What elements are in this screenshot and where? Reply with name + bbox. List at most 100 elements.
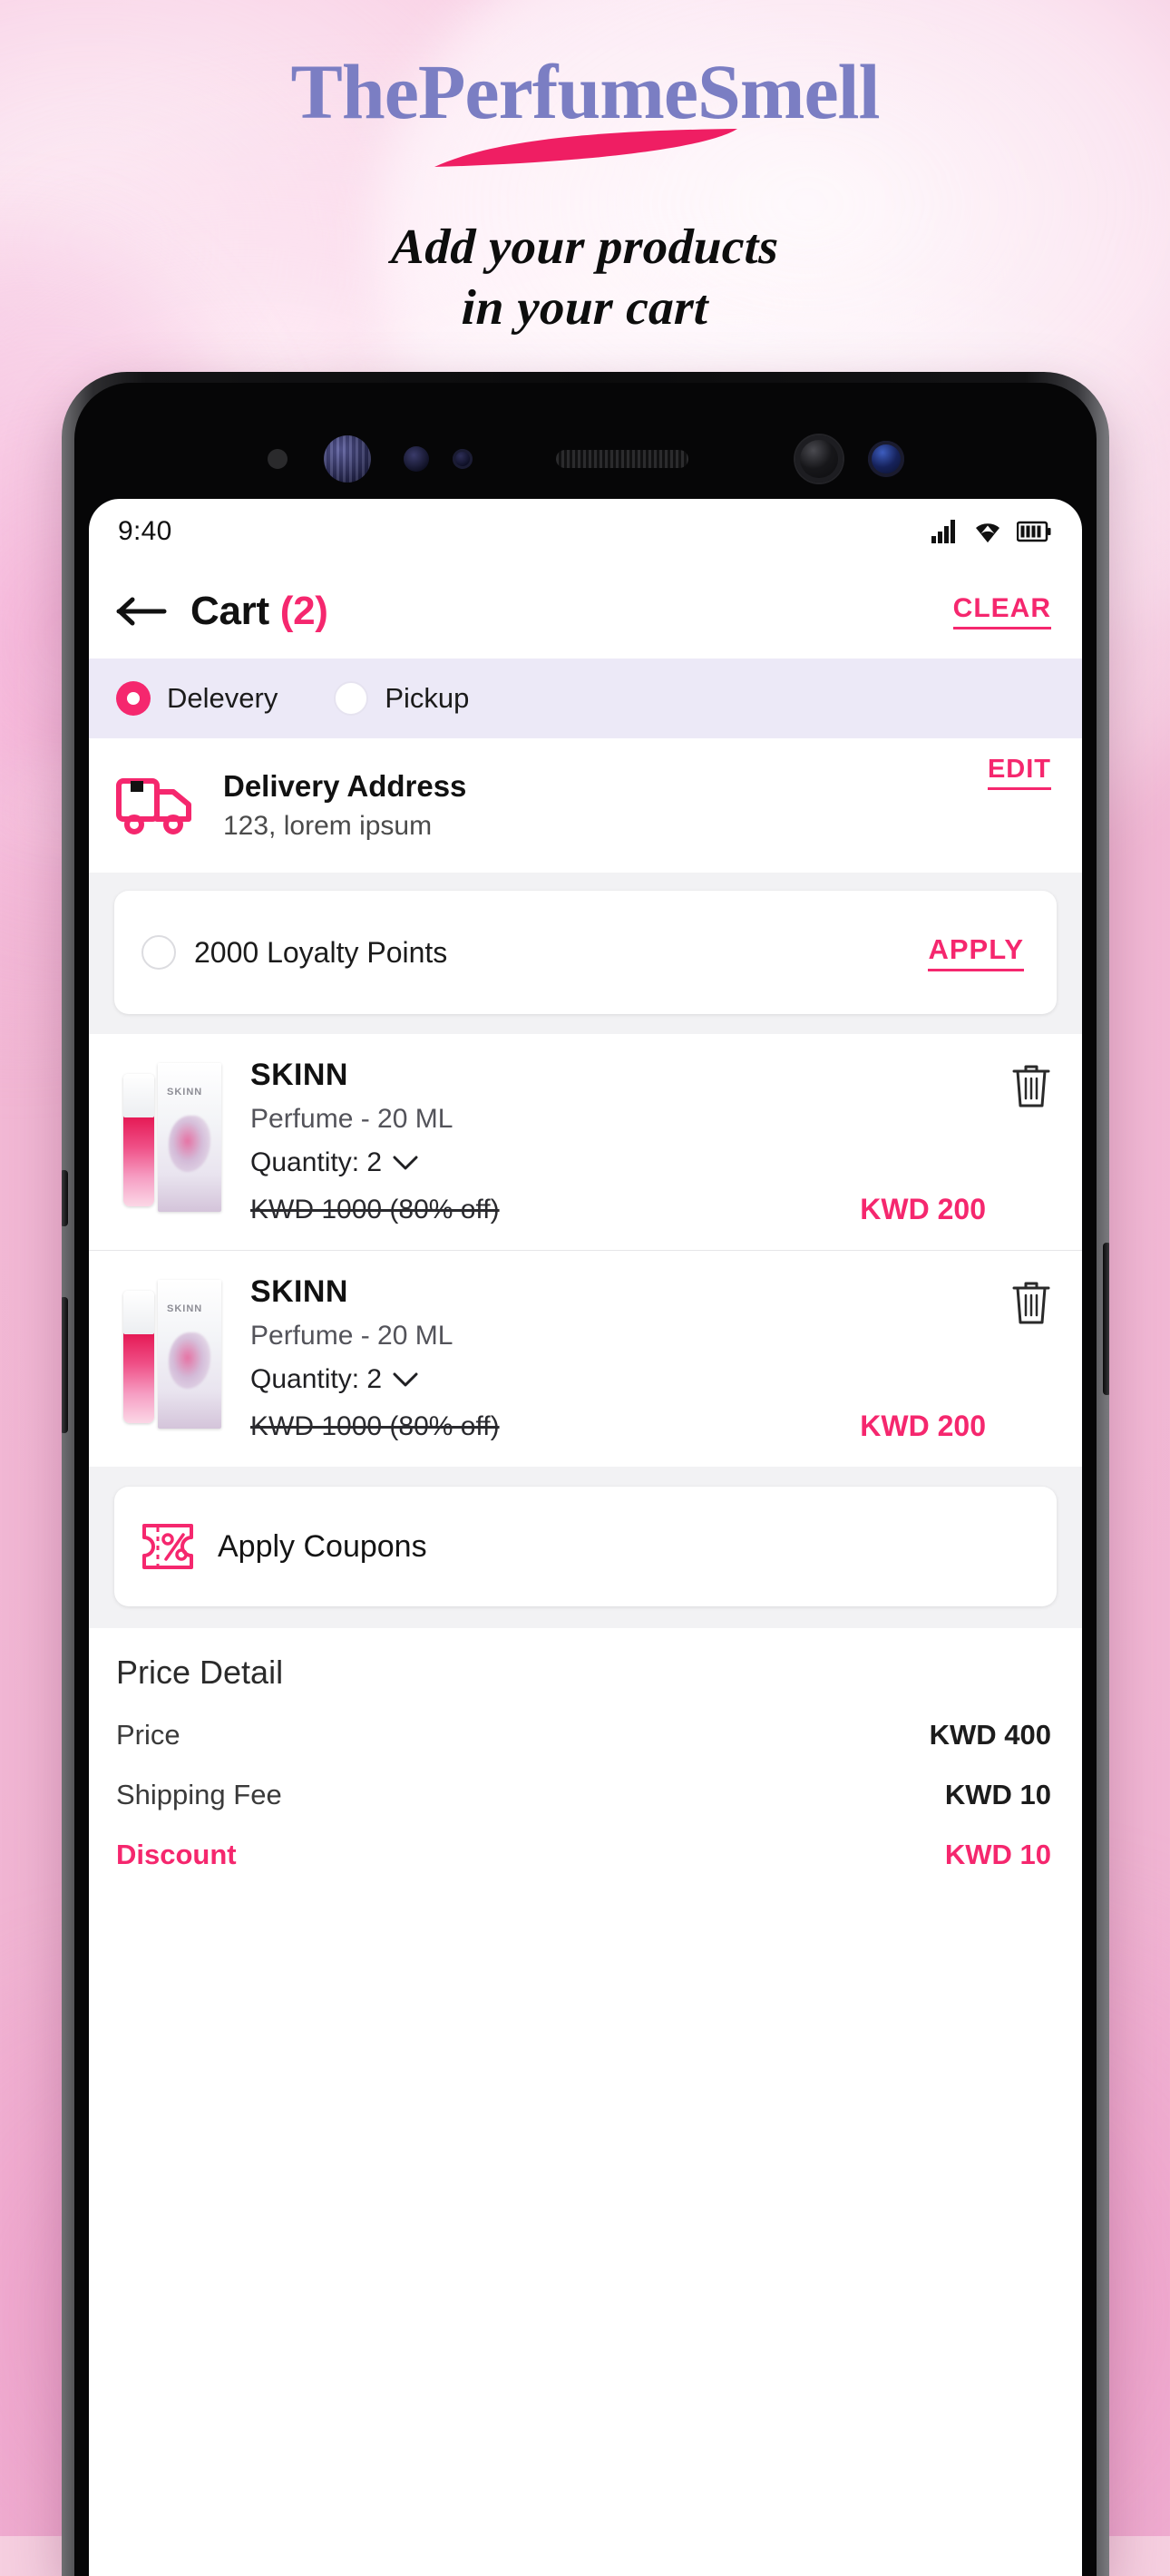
phone-sensor-row [74, 434, 1097, 484]
status-time: 9:40 [118, 516, 172, 546]
product-box: SKINN [158, 1063, 221, 1212]
hero-headline: Add your products in your cart [0, 216, 1170, 337]
logo-swoosh-wrap [0, 127, 1170, 171]
logo-smell: Smell [697, 48, 880, 135]
product-quantity-selector[interactable]: Quantity: 2 [250, 1364, 986, 1395]
phone-bezel: 9:40 Cart (2) CLEAR Delevery Pickup Deli… [74, 383, 1097, 2576]
delivery-address-title: Delivery Address [223, 769, 467, 803]
edit-address-button[interactable]: EDIT [987, 755, 1051, 790]
delivery-address-line: 123, lorem ipsum [223, 811, 433, 841]
shipping-fee-label: Shipping Fee [116, 1779, 282, 1810]
cart-item-count: (2) [279, 589, 328, 633]
delivery-address-text: Delivery Address 123, lorem ipsum [223, 769, 964, 842]
product-final-price: KWD 200 [860, 1410, 986, 1442]
page-title: Cart (2) [190, 589, 328, 634]
shipping-fee-value: KWD 10 [944, 1779, 1051, 1810]
product-quantity-selector[interactable]: Quantity: 2 [250, 1147, 986, 1178]
coupon-percent-icon [142, 1524, 193, 1569]
headline-line-2: in your cart [460, 279, 710, 336]
headline-line-1: Add your products [390, 219, 780, 274]
product-original-price: KWD 1000 (80% off) [250, 1194, 500, 1225]
product-name: SKINN [250, 1274, 348, 1309]
product-info: SKINN Perfume - 20 ML Quantity: 2 KWD 10… [250, 1058, 986, 1226]
phone-mockup: 9:40 Cart (2) CLEAR Delevery Pickup Deli… [62, 372, 1109, 2576]
status-bar: 9:40 [89, 499, 1082, 564]
phone-body: 9:40 Cart (2) CLEAR Delevery Pickup Deli… [62, 372, 1109, 2576]
apply-coupons-label: Apply Coupons [218, 1528, 427, 1564]
app-bar: Cart (2) CLEAR [89, 564, 1082, 659]
price-detail-row-price: Price KWD 400 [116, 1719, 1051, 1751]
fulfillment-option-pickup[interactable]: Pickup [334, 681, 469, 716]
chevron-down-icon[interactable] [393, 1372, 418, 1388]
volume-down-button[interactable] [62, 1297, 68, 1433]
product-price-row: KWD 1000 (80% off) KWD 200 [250, 1193, 986, 1226]
discount-value: KWD 10 [944, 1839, 1051, 1870]
discount-label: Discount [116, 1839, 237, 1870]
coupon-section: Apply Coupons [89, 1467, 1082, 1628]
radio-pickup-unselected-icon[interactable] [334, 681, 369, 716]
volume-up-button[interactable] [62, 1170, 68, 1226]
radio-delivery-selected-icon[interactable] [116, 681, 151, 716]
wifi-icon [976, 523, 999, 542]
product-bottle-cap [123, 1291, 154, 1334]
product-price-row: KWD 1000 (80% off) KWD 200 [250, 1410, 986, 1443]
delivery-address-row[interactable]: Delivery Address 123, lorem ipsum EDIT [89, 738, 1082, 873]
secondary-camera-icon [867, 441, 904, 477]
trash-icon[interactable] [1011, 1280, 1051, 1325]
cart-items-list: SKINN SKINN Perfume - 20 ML Quantity: 2 [89, 1034, 1082, 1467]
price-detail-row-discount: Discount KWD 10 [116, 1839, 1051, 1871]
status-icons [931, 520, 1051, 543]
product-final-price: KWD 200 [860, 1193, 986, 1225]
logo-perfume: Perfume [417, 48, 698, 135]
loyalty-left: 2000 Loyalty Points [141, 935, 447, 970]
light-sensor-icon [452, 449, 473, 469]
product-desc: Perfume - 20 ML [250, 1104, 453, 1134]
brand-logo-text: ThePerfumeSmell [0, 53, 1170, 131]
loyalty-section: 2000 Loyalty Points APPLY [89, 873, 1082, 1034]
apply-coupons-card[interactable]: Apply Coupons [114, 1487, 1057, 1606]
cart-title-text: Cart [190, 589, 269, 633]
front-camera-icon [795, 435, 843, 483]
back-arrow-icon[interactable] [116, 596, 167, 627]
price-value: KWD 400 [929, 1719, 1051, 1751]
cart-item-row[interactable]: SKINN SKINN Perfume - 20 ML Quantity: 2 [89, 1034, 1082, 1250]
apply-loyalty-button[interactable]: APPLY [928, 933, 1024, 971]
ambient-sensor-icon [267, 449, 288, 469]
chevron-down-icon[interactable] [393, 1156, 418, 1171]
trash-icon[interactable] [1011, 1063, 1051, 1108]
clear-cart-button[interactable]: CLEAR [952, 593, 1051, 629]
product-name: SKINN [250, 1058, 348, 1092]
price-detail-row-shipping: Shipping Fee KWD 10 [116, 1779, 1051, 1811]
fulfillment-label-pickup: Pickup [385, 682, 470, 714]
price-label: Price [116, 1719, 180, 1751]
fulfillment-option-delivery[interactable]: Delevery [116, 681, 278, 716]
product-quantity-label: Quantity: 2 [250, 1147, 383, 1177]
app-bar-left: Cart (2) [116, 589, 328, 634]
iris-scanner-icon [323, 435, 371, 483]
product-box-brand-text: SKINN [167, 1303, 203, 1314]
earpiece-speaker-icon [555, 450, 688, 468]
product-image: SKINN [116, 1274, 225, 1429]
fulfillment-label-delivery: Delevery [167, 682, 278, 714]
product-quantity-label: Quantity: 2 [250, 1364, 383, 1394]
price-detail-title: Price Detail [116, 1654, 284, 1691]
loyalty-points-label: 2000 Loyalty Points [194, 935, 448, 969]
brand-logo: ThePerfumeSmell [0, 53, 1170, 171]
delivery-truck-icon [116, 778, 191, 834]
cart-item-row[interactable]: SKINN SKINN Perfume - 20 ML Quantity: 2 [89, 1250, 1082, 1467]
product-image: SKINN [116, 1058, 225, 1212]
logo-the: The [290, 48, 419, 135]
price-detail-section: Price Detail Price KWD 400 Shipping Fee … [89, 1628, 1082, 1898]
product-box-brand-text: SKINN [167, 1087, 203, 1098]
loyalty-radio-icon[interactable] [141, 935, 176, 970]
product-desc: Perfume - 20 ML [250, 1321, 453, 1351]
logo-swoosh-icon [434, 129, 737, 167]
fulfillment-toggle: Delevery Pickup [89, 659, 1082, 738]
proximity-sensor-icon [403, 446, 429, 472]
power-button[interactable] [1103, 1243, 1109, 1395]
phone-screen: 9:40 Cart (2) CLEAR Delevery Pickup Deli… [89, 499, 1082, 2576]
battery-icon [1017, 521, 1051, 542]
loyalty-card[interactable]: 2000 Loyalty Points APPLY [114, 891, 1057, 1014]
product-original-price: KWD 1000 (80% off) [250, 1410, 500, 1441]
product-info: SKINN Perfume - 20 ML Quantity: 2 KWD 10… [250, 1274, 986, 1443]
